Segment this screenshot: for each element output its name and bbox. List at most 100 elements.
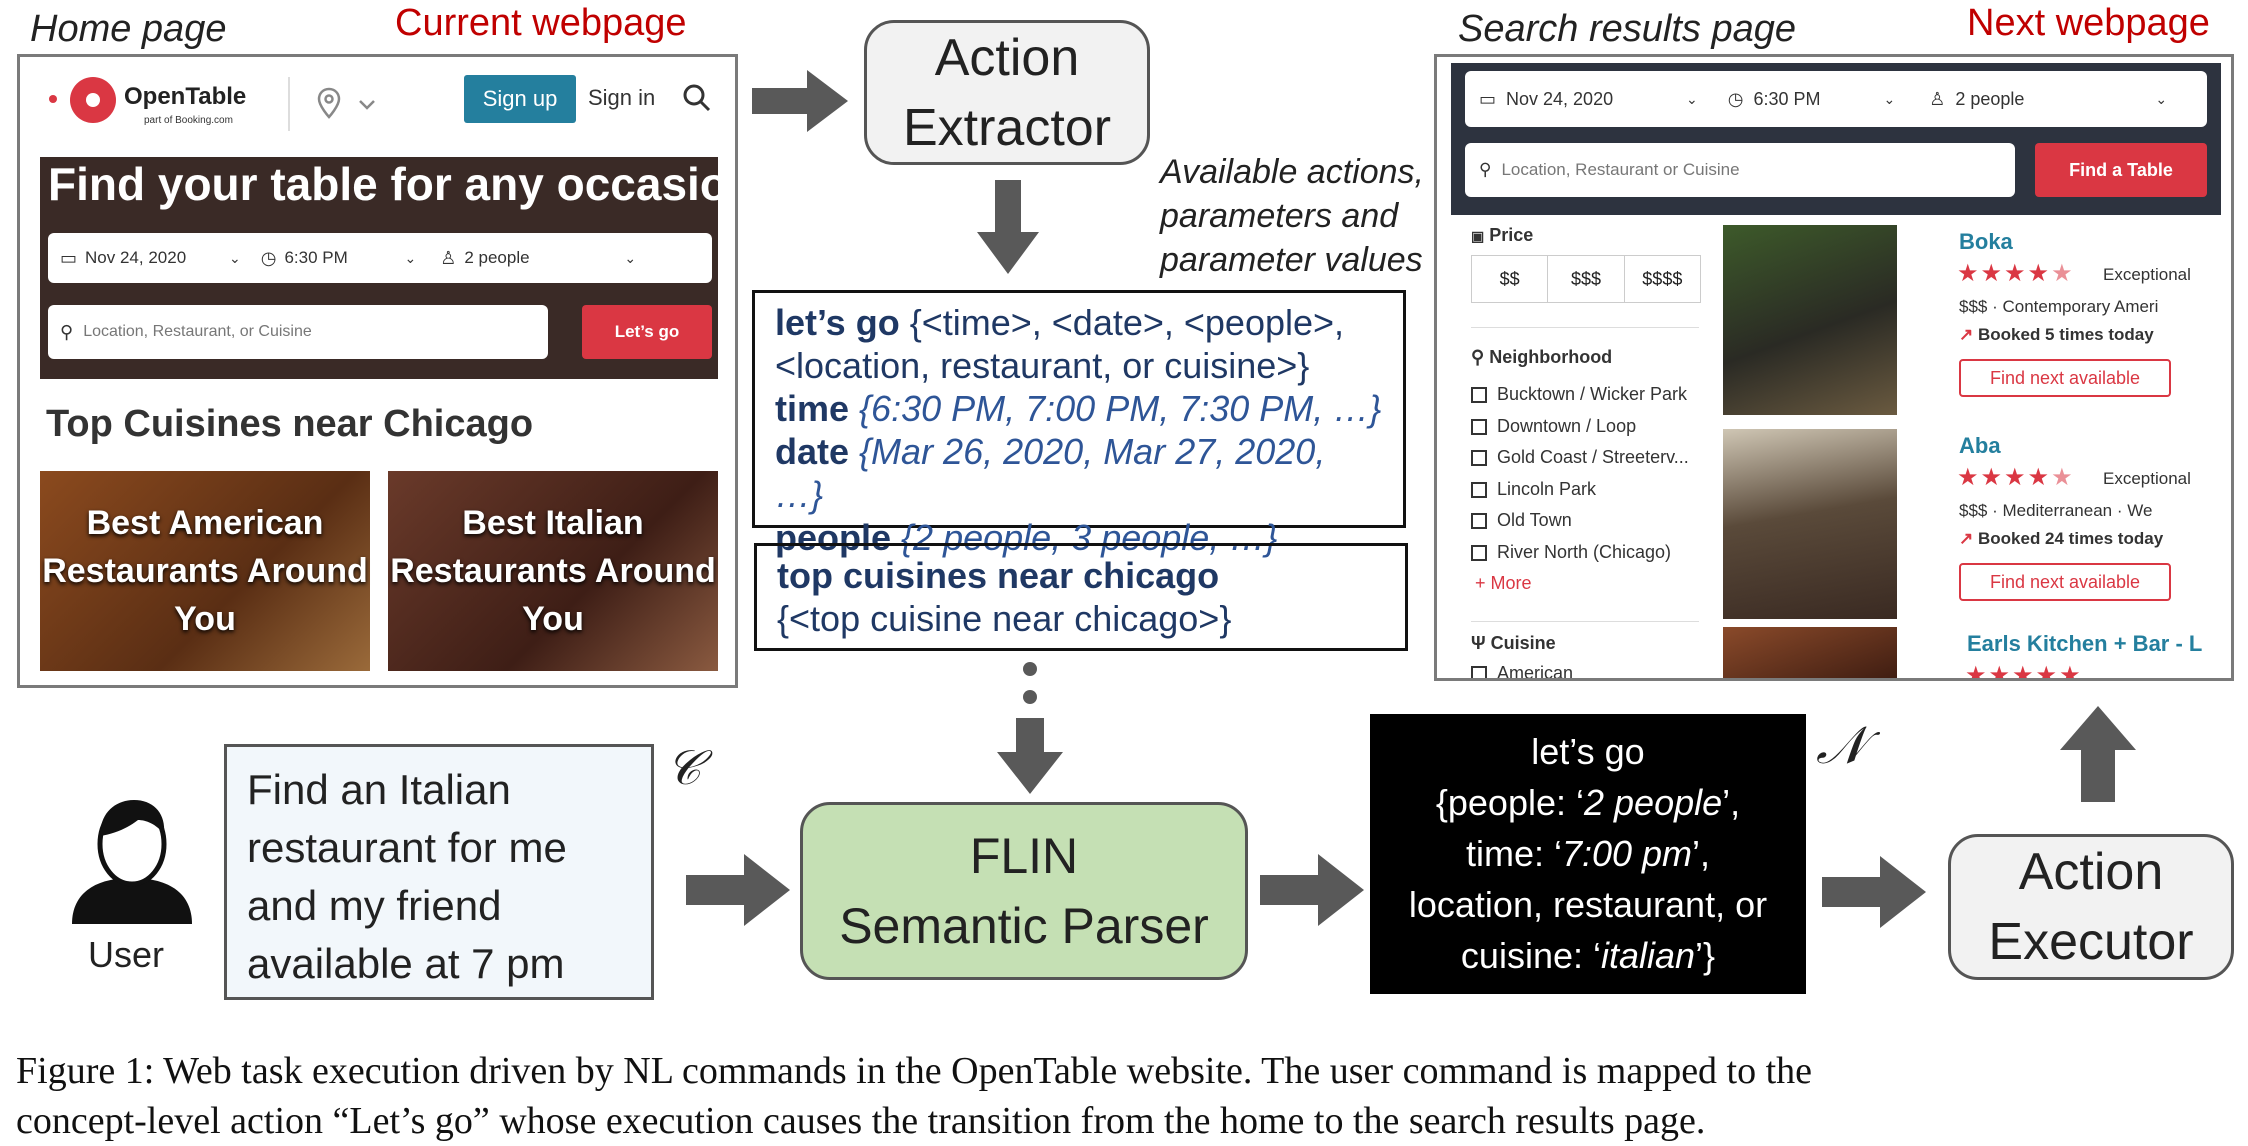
home-page-label: Home page — [30, 8, 227, 50]
user-label: User — [88, 934, 165, 975]
neighborhood-name: Bucktown / Wicker Park — [1497, 384, 1688, 404]
top-cuisines-title: Top Cuisines near Chicago — [46, 403, 534, 445]
cuisine-label-text: Cuisine — [1490, 633, 1556, 653]
arrow-down-icon — [977, 180, 1039, 274]
restaurant-photo[interactable] — [1723, 627, 1897, 678]
cuisine-card-italian[interactable]: Best Italian Restaurants Around You — [388, 471, 718, 671]
output-value: 2 people — [1584, 782, 1723, 823]
checkbox[interactable] — [1471, 666, 1487, 678]
results-time[interactable]: 6:30 PM — [1753, 89, 1883, 110]
more-link[interactable]: + More — [1471, 568, 1689, 600]
results-people[interactable]: 2 people — [1955, 89, 2155, 110]
caption-line: concept-level action “Let’s go” whose ex… — [16, 1100, 1706, 1142]
cuisine-card-american[interactable]: Best American Restaurants Around You — [40, 471, 370, 671]
fork-knife-icon: Ψ — [1471, 633, 1486, 653]
logo-small-dot — [49, 95, 57, 103]
chevron-down-icon[interactable]: ⌄ — [2155, 91, 2167, 108]
checkbox[interactable] — [1471, 387, 1487, 404]
restaurant-photo[interactable] — [1723, 225, 1897, 415]
home-search-input[interactable]: ⚲ Location, Restaurant, or Cuisine — [48, 305, 548, 359]
neighborhood-option[interactable]: Old Town — [1471, 505, 1689, 537]
neighborhood-option[interactable]: Gold Coast / Streeterv... — [1471, 442, 1689, 474]
time-value[interactable]: 6:30 PM — [284, 248, 404, 268]
search-results-page-label: Search results page — [1458, 8, 1796, 50]
checkbox[interactable] — [1471, 513, 1487, 530]
location-pin-icon: ⚲ — [1471, 347, 1485, 367]
chevron-down-icon[interactable]: ⌄ — [1686, 91, 1698, 108]
find-next-available-button[interactable]: Find next available — [1959, 359, 2171, 397]
people-value[interactable]: 2 people — [464, 248, 624, 268]
chevron-down-icon[interactable]: ⌄ — [404, 250, 416, 267]
checkbox[interactable] — [1471, 418, 1487, 435]
neighborhood-name: Lincoln Park — [1497, 478, 1597, 499]
date-value[interactable]: Nov 24, 2020 — [85, 248, 225, 268]
calendar-icon: ▭ — [60, 247, 78, 268]
user-avatar-icon — [72, 800, 192, 924]
booking-info: ↗ Booked 5 times today — [1959, 325, 2154, 345]
chevron-down-icon[interactable]: ⌄ — [624, 250, 636, 267]
restaurant-name[interactable]: Boka — [1959, 229, 2013, 255]
output-line: {people: ‘2 people’, — [1370, 777, 1806, 828]
action-executor-line: Executor — [1988, 913, 2194, 971]
output-line: time: ‘7:00 pm’, — [1370, 828, 1806, 879]
booked-text: Booked 24 times today — [1977, 529, 2164, 548]
chevron-down-icon[interactable] — [358, 99, 376, 111]
neighborhood-name: Gold Coast / Streeterv... — [1497, 447, 1689, 467]
price-option[interactable]: $$ — [1472, 256, 1549, 302]
hero-title: Find your table for any occasion — [48, 158, 738, 210]
checkbox[interactable] — [1471, 544, 1487, 561]
action-params-cont: <location, restaurant, or cuisine>} — [775, 345, 1310, 386]
rating-stars: ★★★★★ — [1957, 463, 2075, 492]
arrow-down-icon — [997, 718, 1063, 794]
c-symbol: 𝒞 — [666, 740, 701, 796]
restaurant-name[interactable]: Aba — [1959, 433, 2001, 459]
neighborhood-option[interactable]: River North (Chicago) — [1471, 537, 1689, 569]
sign-in-link[interactable]: Sign in — [588, 85, 655, 111]
current-webpage-label: Current webpage — [395, 2, 687, 44]
cuisine-option[interactable]: American — [1471, 663, 1573, 678]
chevron-down-icon[interactable]: ⌄ — [229, 250, 241, 267]
cuisine-filter-label: Ψ Cuisine — [1471, 633, 1556, 654]
clock-icon: ◷ — [1727, 88, 1744, 109]
lets-go-button[interactable]: Let’s go — [582, 305, 712, 359]
neighborhood-option[interactable]: Downtown / Loop — [1471, 411, 1689, 443]
action-name: let’s go — [775, 302, 900, 343]
arrow-right-icon — [1260, 854, 1364, 926]
restaurant-photo[interactable] — [1723, 429, 1897, 619]
sign-up-button[interactable]: Sign up — [464, 75, 576, 123]
neighborhood-option[interactable]: Lincoln Park — [1471, 474, 1689, 506]
caption-line: Figure 1: Web task execution driven by N… — [16, 1050, 1813, 1092]
output-text: ’, — [1722, 782, 1741, 823]
search-icon[interactable] — [682, 83, 712, 113]
checkbox[interactable] — [1471, 450, 1487, 467]
header-divider — [288, 77, 290, 131]
price-label-text: Price — [1489, 225, 1534, 245]
price-option[interactable]: $$$$ — [1625, 256, 1700, 302]
restaurant-name[interactable]: Earls Kitchen + Bar - L — [1967, 631, 2202, 657]
arrow-up-icon — [2060, 706, 2136, 802]
checkbox[interactable] — [1471, 481, 1487, 498]
neighborhood-option[interactable]: Bucktown / Wicker Park — [1471, 379, 1689, 411]
price-option[interactable]: $$$ — [1548, 256, 1625, 302]
neighborhood-name: Old Town — [1497, 510, 1572, 530]
find-next-available-button[interactable]: Find next available — [1959, 563, 2171, 601]
home-page-screenshot: OpenTable part of Booking.com Sign up Si… — [17, 54, 738, 688]
price-options: $$ $$$ $$$$ — [1471, 255, 1701, 303]
command-line: restaurant for me — [247, 824, 567, 871]
results-date[interactable]: Nov 24, 2020 — [1506, 89, 1686, 110]
action-params: {<time>, <date>, <people>, — [899, 302, 1345, 343]
results-search-input[interactable]: ⚲ Location, Restaurant or Cuisine — [1465, 143, 2015, 197]
hero-banner: Find your table for any occasion ▭ Nov 2… — [40, 157, 735, 379]
star-half-icon: ★ — [2051, 260, 2075, 287]
chevron-down-icon[interactable]: ⌄ — [1883, 91, 1895, 108]
location-pin-icon[interactable] — [316, 87, 342, 119]
output-value: 7:00 pm — [1561, 833, 1693, 874]
price-tier: $$$ — [1959, 501, 1988, 520]
search-placeholder: Location, Restaurant, or Cuisine — [83, 323, 312, 340]
action-extractor-line: Action — [934, 28, 1080, 87]
output-text: ’} — [1695, 935, 1716, 976]
action-name: top cuisines near chicago — [777, 555, 1220, 596]
find-table-button[interactable]: Find a Table — [2035, 143, 2207, 197]
brand-name: OpenTable — [124, 83, 247, 110]
brand-subtitle: part of Booking.com — [144, 115, 233, 126]
